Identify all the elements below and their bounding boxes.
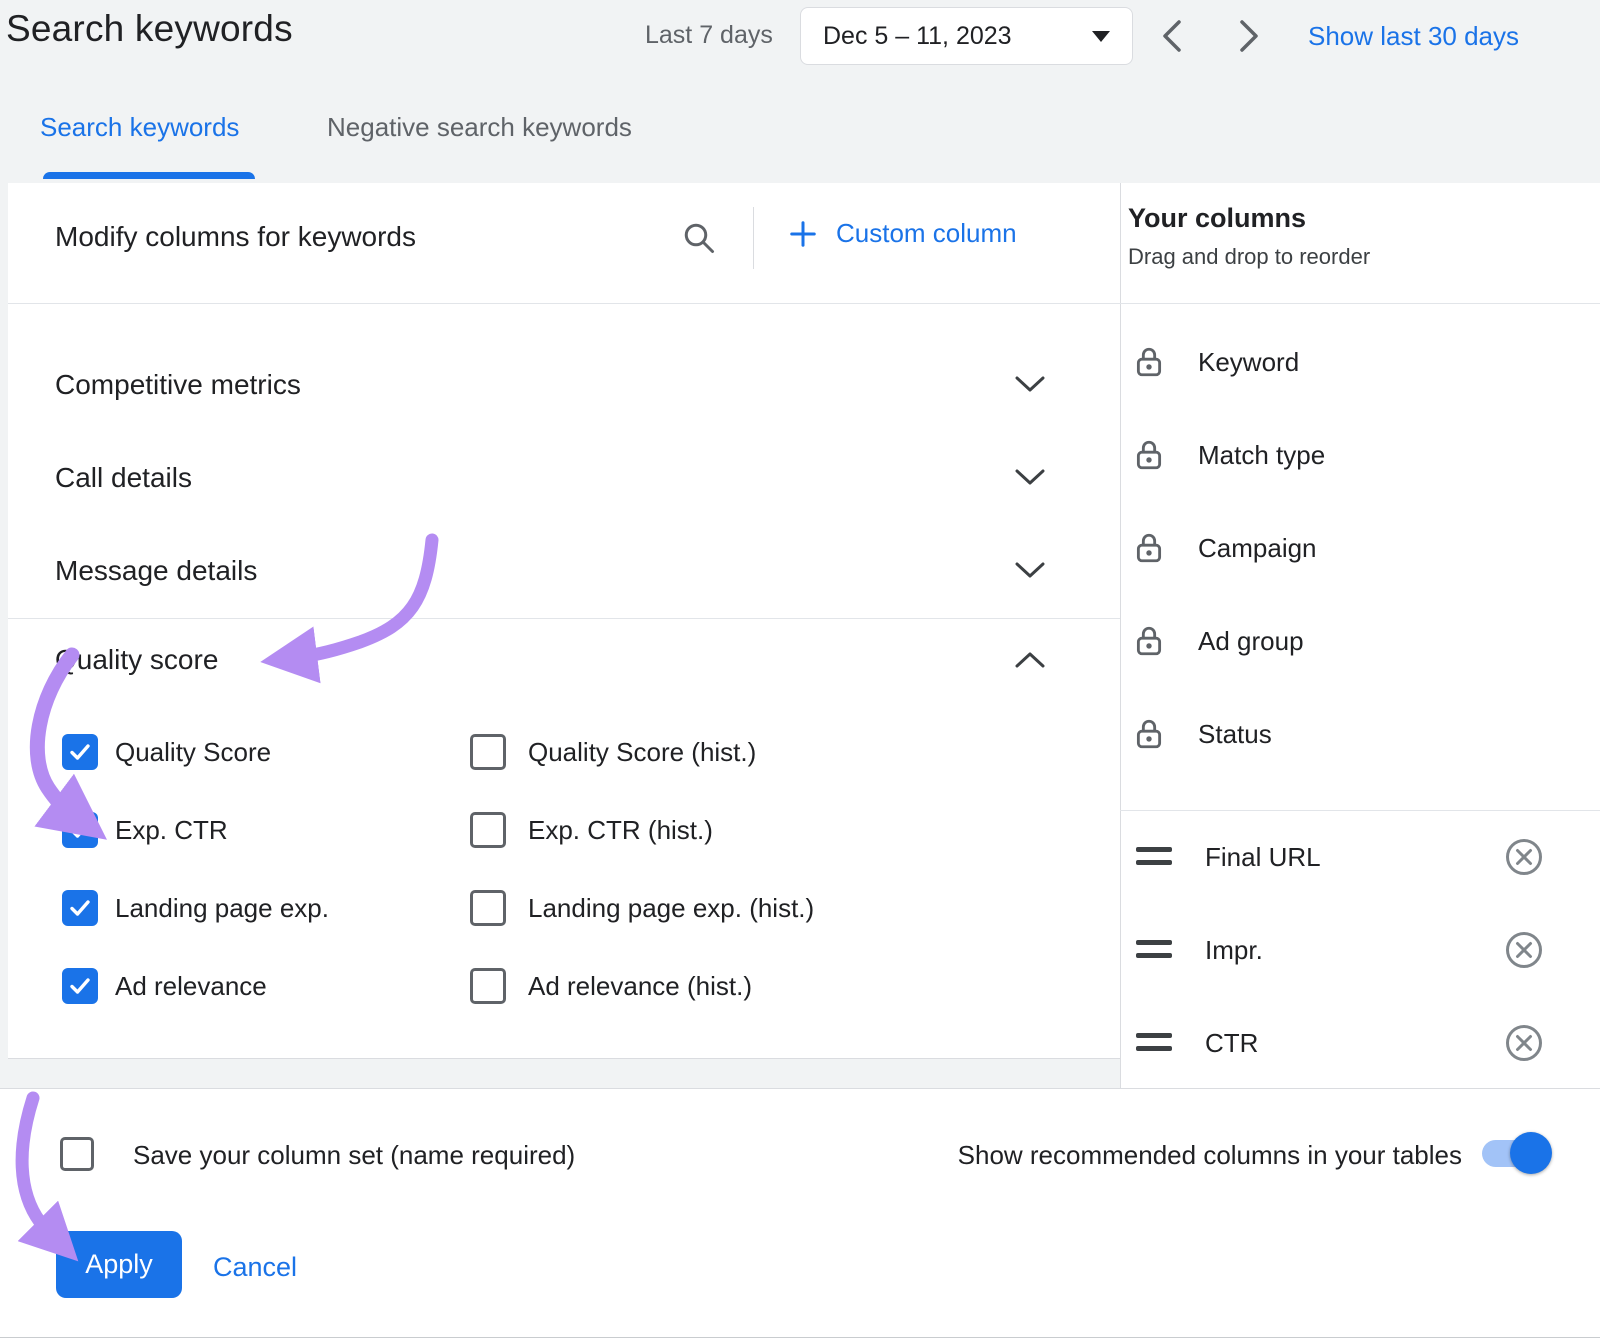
checkbox-label: Landing page exp. (hist.) [528, 890, 814, 926]
section-label-competitive-metrics: Competitive metrics [55, 363, 301, 407]
chevron-left-icon [1161, 19, 1183, 53]
search-columns-button[interactable] [681, 220, 721, 260]
locked-column-ad-group: Ad group [1198, 623, 1304, 659]
remove-circle-icon [1504, 837, 1544, 877]
caret-down-icon [1092, 31, 1110, 42]
checkbox-exp-ctr[interactable] [62, 812, 98, 848]
check-icon [67, 895, 93, 921]
save-column-set-label: Save your column set (name required) [133, 1137, 575, 1173]
remove-column-impr-button[interactable] [1504, 930, 1544, 970]
checkbox-ad-relevance-hist[interactable] [470, 968, 506, 1004]
your-columns-title: Your columns [1128, 203, 1306, 234]
locked-column-match-type: Match type [1198, 437, 1325, 473]
custom-column-label: Custom column [836, 218, 1017, 249]
date-range-value: Dec 5 – 11, 2023 [823, 22, 1012, 51]
checkbox-exp-ctr-hist[interactable] [470, 812, 506, 848]
checkbox-label: Landing page exp. [115, 890, 329, 926]
recommended-columns-toggle[interactable] [1482, 1132, 1564, 1174]
chevron-down-icon[interactable] [1013, 560, 1047, 585]
save-column-set-checkbox[interactable] [60, 1137, 94, 1171]
remove-circle-icon [1504, 930, 1544, 970]
checkbox-quality-score-hist[interactable] [470, 734, 506, 770]
previous-date-range-button[interactable] [1154, 16, 1190, 56]
toggle-knob [1510, 1132, 1552, 1174]
panel-title: Modify columns for keywords [55, 221, 416, 253]
drag-handle-icon[interactable] [1136, 940, 1172, 958]
date-range-selector[interactable]: Dec 5 – 11, 2023 [800, 7, 1133, 65]
page-title: Search keywords [6, 8, 293, 50]
section-label-call-details: Call details [55, 456, 192, 500]
next-date-range-button[interactable] [1231, 16, 1267, 56]
tab-search-keywords[interactable]: Search keywords [40, 112, 239, 143]
lock-icon [1132, 531, 1166, 570]
draggable-column-ctr[interactable]: CTR [1205, 1025, 1258, 1061]
checkbox-label: Exp. CTR (hist.) [528, 812, 713, 848]
checkbox-label: Ad relevance (hist.) [528, 968, 752, 1004]
draggable-column-impr[interactable]: Impr. [1205, 932, 1263, 968]
lock-icon [1132, 345, 1166, 384]
checkbox-landing-page-exp-hist[interactable] [470, 890, 506, 926]
section-divider [8, 618, 1120, 619]
custom-column-button[interactable]: Custom column [788, 218, 1017, 249]
recommended-columns-label: Show recommended columns in your tables [958, 1137, 1462, 1173]
apply-button[interactable]: Apply [56, 1231, 182, 1298]
plus-icon [788, 219, 818, 249]
remove-column-ctr-button[interactable] [1504, 1023, 1544, 1063]
cancel-button[interactable]: Cancel [213, 1248, 297, 1286]
checkbox-label: Quality Score (hist.) [528, 734, 756, 770]
checkbox-label: Ad relevance [115, 968, 267, 1004]
check-icon [67, 739, 93, 765]
section-label-quality-score: Quality score [55, 638, 218, 682]
chevron-right-icon [1238, 19, 1260, 53]
active-tab-underline [43, 172, 255, 179]
check-icon [67, 817, 93, 843]
lock-icon [1132, 624, 1166, 663]
google-ads-columns-page: Search keywords Last 7 days Dec 5 – 11, … [0, 0, 1600, 1343]
tab-negative-search-keywords[interactable]: Negative search keywords [327, 112, 632, 143]
chevron-down-icon[interactable] [1013, 467, 1047, 492]
lock-icon [1132, 438, 1166, 477]
checkbox-quality-score[interactable] [62, 734, 98, 770]
locked-column-keyword: Keyword [1198, 344, 1299, 380]
remove-column-final-url-button[interactable] [1504, 837, 1544, 877]
footer-bar [0, 1088, 1600, 1343]
drag-handle-icon[interactable] [1136, 847, 1172, 865]
drag-handle-icon[interactable] [1136, 1033, 1172, 1051]
locked-column-campaign: Campaign [1198, 530, 1317, 566]
locked-column-status: Status [1198, 716, 1272, 752]
panel-vertical-divider [1120, 183, 1121, 1088]
period-label: Last 7 days [645, 21, 773, 50]
footer-bottom-border [0, 1337, 1600, 1338]
show-last-30-days-link[interactable]: Show last 30 days [1308, 21, 1519, 52]
header-separator [753, 207, 754, 269]
checkbox-label: Quality Score [115, 734, 271, 770]
checkbox-label: Exp. CTR [115, 812, 228, 848]
search-icon [681, 220, 717, 256]
chevron-up-icon[interactable] [1013, 650, 1047, 675]
check-icon [67, 973, 93, 999]
sidebar-divider [1120, 810, 1600, 811]
your-columns-subtitle: Drag and drop to reorder [1128, 244, 1370, 270]
panel-header-divider [8, 303, 1600, 304]
lock-icon [1132, 717, 1166, 756]
chevron-down-icon[interactable] [1013, 374, 1047, 399]
draggable-column-final-url[interactable]: Final URL [1205, 839, 1321, 875]
section-label-message-details: Message details [55, 549, 257, 593]
panel-bottom-gap [8, 1058, 1120, 1089]
remove-circle-icon [1504, 1023, 1544, 1063]
checkbox-ad-relevance[interactable] [62, 968, 98, 1004]
checkbox-landing-page-exp[interactable] [62, 890, 98, 926]
